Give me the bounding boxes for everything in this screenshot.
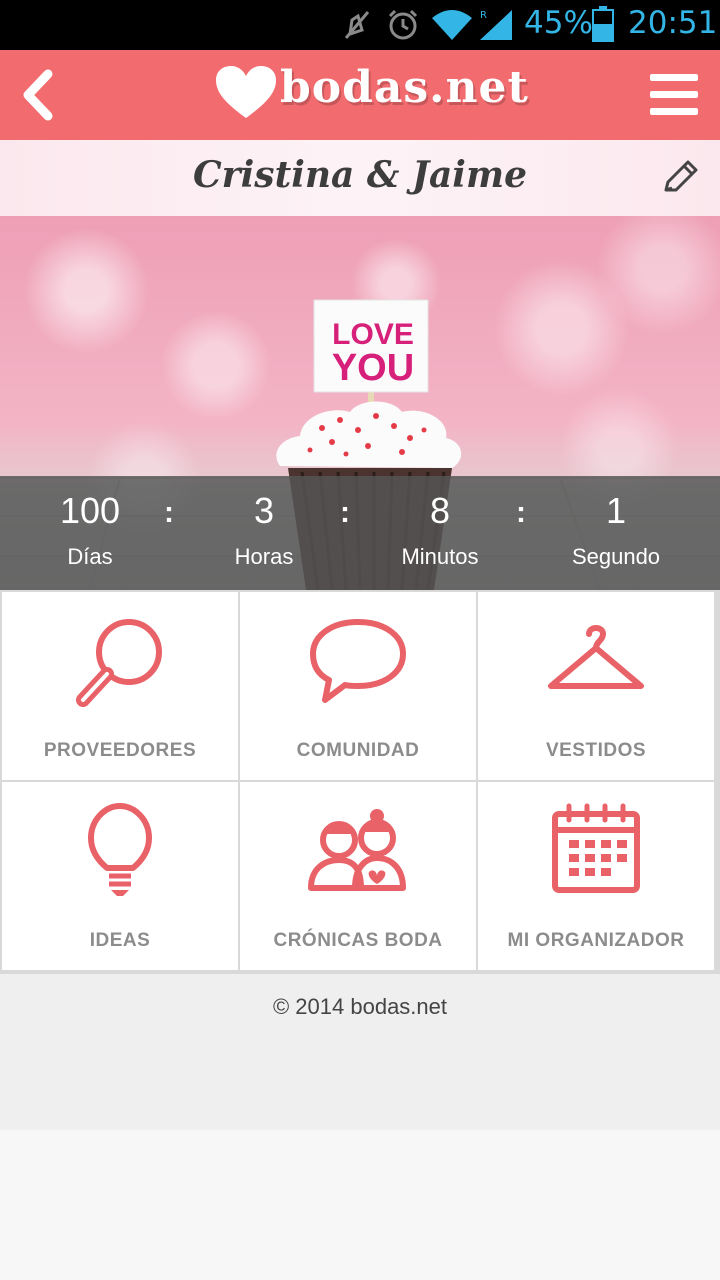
wedding-countdown: 100 Días : 3 Horas : 8 Minutos : 1 Segun…	[0, 476, 720, 590]
tile-ideas[interactable]: IDEAS	[2, 782, 238, 970]
countdown-days-value: 100	[59, 490, 121, 531]
wifi-icon	[430, 8, 474, 46]
tile-vestidos[interactable]: VESTIDOS	[478, 592, 714, 780]
tile-proveedores[interactable]: PROVEEDORES	[2, 592, 238, 780]
countdown-separator: :	[516, 496, 526, 529]
tile-label: CRÓNICAS BODA	[273, 930, 443, 951]
countdown-seconds: 1 Segundo	[526, 490, 706, 570]
hero-image: LOVE YOU 100 Días : 3 Horas : 8 Minutos …	[0, 216, 720, 590]
signal-icon: R	[478, 8, 516, 46]
countdown-hours: 3 Horas	[174, 490, 354, 570]
countdown-minutes: 8 Minutos	[350, 490, 530, 570]
pencil-icon	[664, 160, 698, 192]
countdown-minutes-label: Minutos	[401, 544, 479, 569]
brand-logo[interactable]: bodas.net	[214, 58, 528, 130]
footer: © 2014 bodas.net	[0, 974, 720, 1130]
countdown-hours-value: 3	[253, 490, 275, 531]
alarm-icon	[386, 8, 420, 46]
app-header: bodas.net	[0, 50, 720, 140]
tile-label: IDEAS	[89, 930, 151, 951]
tile-mi-organizador[interactable]: MI ORGANIZADOR	[478, 782, 714, 970]
clock: 20:51	[628, 5, 718, 41]
back-button[interactable]	[14, 64, 64, 126]
edit-button[interactable]	[658, 156, 702, 200]
hamburger-menu-icon	[650, 74, 698, 115]
svg-text:R: R	[480, 10, 487, 21]
tile-comunidad[interactable]: COMUNIDAD	[240, 592, 476, 780]
chevron-left-icon	[23, 69, 53, 121]
couple-icon	[240, 802, 476, 912]
tile-cronicas-boda[interactable]: CRÓNICAS BODA	[240, 782, 476, 970]
countdown-minutes-value: 8	[429, 490, 451, 531]
heart-icon	[216, 66, 276, 118]
countdown-separator: :	[164, 496, 174, 529]
tile-label: VESTIDOS	[545, 740, 647, 761]
menu-grid: PROVEEDORES COMUNIDAD VESTIDOS IDEAS CRÓ…	[0, 590, 720, 974]
countdown-hours-label: Horas	[234, 544, 294, 569]
status-bar: R 45% 20:51	[0, 0, 720, 50]
countdown-days: 100 Días	[0, 490, 180, 570]
magnifier-icon	[2, 612, 238, 722]
tile-label: COMUNIDAD	[296, 740, 420, 761]
copyright: © 2014 bodas.net	[272, 994, 447, 1019]
mute-icon	[340, 8, 374, 46]
countdown-seconds-value: 1	[605, 490, 627, 531]
hanger-icon	[478, 612, 714, 722]
speech-bubble-icon	[240, 612, 476, 722]
lightbulb-icon	[2, 802, 238, 912]
countdown-seconds-label: Segundo	[571, 544, 661, 569]
brand-name: bodas.net	[280, 62, 529, 113]
tile-label: PROVEEDORES	[43, 740, 197, 761]
countdown-days-label: Días	[67, 544, 113, 569]
menu-button[interactable]	[648, 70, 700, 120]
calendar-icon	[478, 802, 714, 912]
tile-label: MI ORGANIZADOR	[507, 930, 685, 951]
sign-text-you: YOU	[332, 347, 414, 389]
countdown-separator: :	[340, 496, 350, 529]
battery-icon	[592, 6, 614, 46]
couple-banner: Cristina & Jaime	[0, 140, 720, 216]
couple-name: Cristina & Jaime	[193, 154, 527, 196]
battery-percent: 45%	[524, 5, 593, 41]
